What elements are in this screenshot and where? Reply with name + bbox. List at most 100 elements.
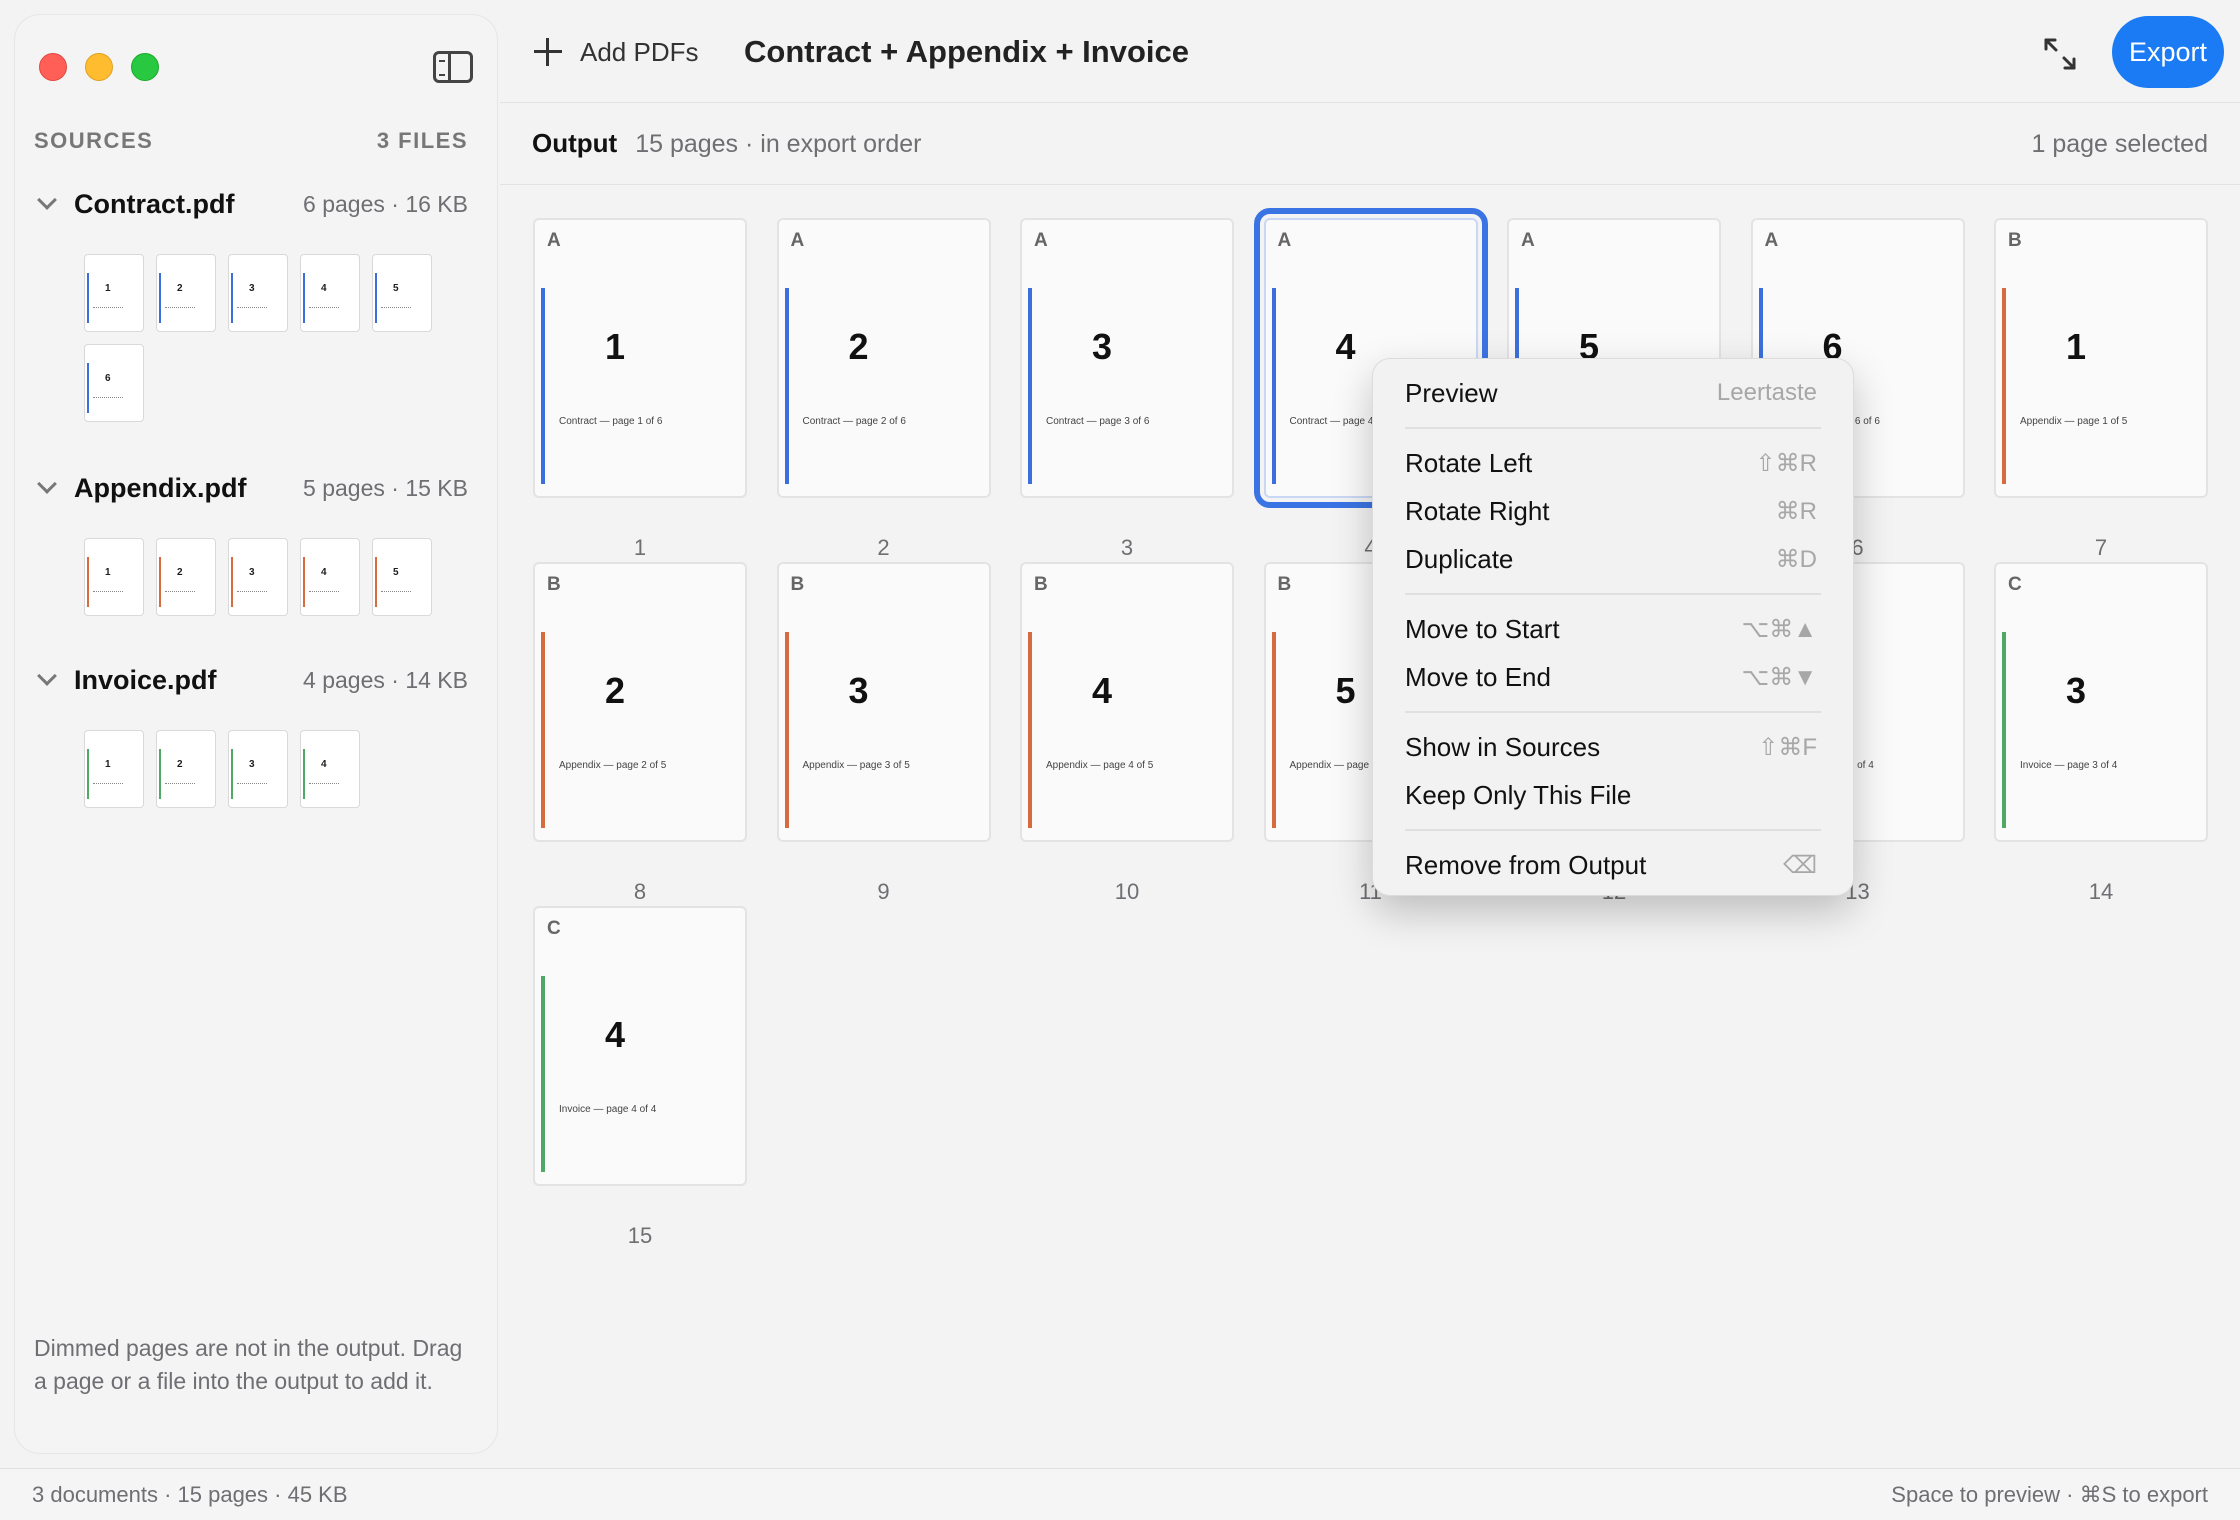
source-letter: B [1034, 574, 1048, 595]
source-letter: A [1277, 230, 1292, 251]
file-color-bar [375, 273, 377, 323]
page-number: 3 [1091, 326, 1113, 367]
chevron-down-icon[interactable] [37, 190, 57, 210]
source-page-thumbnail[interactable]: 5 [372, 538, 432, 616]
thumbnail-text-line [381, 591, 411, 592]
source-page-thumbnail[interactable]: 1 [84, 538, 144, 616]
add-pdfs-button[interactable]: Add PDFs [520, 26, 713, 78]
output-position-label: 8 [633, 879, 647, 904]
source-page-thumbnail[interactable]: 4 [300, 254, 360, 332]
output-position-label: 15 [627, 1223, 653, 1248]
source-page-thumbnail[interactable]: 3 [228, 538, 288, 616]
menu-item-shortcut: ⌫ [1783, 851, 1817, 879]
file-color-bar [784, 632, 789, 828]
output-page-card[interactable]: A 1 Contract — page 1 of 6 [533, 218, 747, 498]
selection-count: 1 page selected [2031, 130, 2208, 158]
status-summary: 3 documents · 15 pages · 45 KB [32, 1481, 348, 1507]
source-page-thumbnail[interactable]: 2 [156, 730, 216, 808]
source-page-thumbnail[interactable]: 3 [228, 730, 288, 808]
source-page-thumbnail[interactable]: 6 [84, 344, 144, 422]
file-color-bar [541, 632, 545, 828]
menu-item-label: Remove from Output [1405, 849, 1647, 880]
thumbnail-text-line [93, 397, 123, 398]
file-color-bar [159, 557, 161, 607]
source-page-thumbnail[interactable]: 2 [156, 254, 216, 332]
menu-item-rotate-right[interactable]: Rotate Right ⌘R [1373, 487, 1853, 535]
menu-item-show-in-sources[interactable]: Show in Sources ⇧⌘F [1373, 723, 1853, 771]
output-page-card[interactable]: A 3 Contract — page 3 of 6 [1020, 218, 1234, 498]
output-header: Output 15 pages · in export order 1 page… [532, 128, 2208, 159]
menu-item-shortcut: ⌥⌘▼ [1741, 663, 1817, 691]
chevron-down-icon[interactable] [37, 474, 57, 494]
file-color-bar [231, 749, 233, 799]
menu-item-move-to-end[interactable]: Move to End ⌥⌘▼ [1373, 653, 1853, 701]
thumbnail-page-number: 6 [105, 373, 111, 384]
file-color-bar [231, 273, 233, 323]
output-position-label: 14 [2088, 879, 2114, 904]
output-page-card[interactable]: B 1 Appendix — page 1 of 5 [1994, 218, 2208, 498]
source-file-contract[interactable]: Contract.pdf 6 pages · 16 KB 1 2 3 4 5 6 [34, 184, 468, 422]
source-file-meta: 5 pages · 15 KB [303, 474, 468, 501]
source-page-thumbnail[interactable]: 2 [156, 538, 216, 616]
source-file-appendix[interactable]: Appendix.pdf 5 pages · 15 KB 1 2 3 4 5 [34, 468, 468, 616]
menu-item-duplicate[interactable]: Duplicate ⌘D [1373, 535, 1853, 583]
source-file-name: Contract.pdf [74, 188, 235, 219]
file-color-bar [87, 363, 89, 413]
thumbnail-text-line [165, 783, 195, 784]
page-number: 4 [1091, 670, 1113, 711]
menu-item-keep-only-this-file[interactable]: Keep Only This File [1373, 771, 1853, 819]
menu-item-label: Rotate Right [1405, 495, 1550, 526]
add-pdfs-label: Add PDFs [580, 36, 699, 67]
output-page-card[interactable]: A 2 Contract — page 2 of 6 [776, 218, 991, 498]
source-letter: A [790, 230, 805, 251]
status-bar: 3 documents · 15 pages · 45 KB Space to … [0, 1468, 2240, 1520]
menu-item-rotate-left[interactable]: Rotate Left ⇧⌘R [1373, 439, 1853, 487]
output-page-card[interactable]: B 2 Appendix — page 2 of 5 [533, 562, 747, 842]
thumbnail-page-number: 2 [177, 759, 183, 770]
page-caption: Appendix — page 3 of 5 [802, 760, 910, 771]
source-page-thumbnail[interactable]: 5 [372, 254, 432, 332]
source-page-thumbnail[interactable]: 1 [84, 730, 144, 808]
sources-heading: SOURCES [34, 128, 154, 153]
thumbnail-page-number: 4 [321, 283, 327, 294]
menu-separator [1405, 711, 1821, 713]
page-number: 2 [604, 670, 626, 711]
output-page-card[interactable]: C 3 Invoice — page 3 of 4 [1994, 562, 2208, 842]
source-page-thumbnail[interactable]: 4 [300, 730, 360, 808]
file-color-bar [541, 288, 545, 484]
source-page-thumbnail[interactable]: 4 [300, 538, 360, 616]
file-color-bar [2002, 288, 2006, 484]
source-page-thumbnail[interactable]: 3 [228, 254, 288, 332]
file-color-bar [87, 749, 89, 799]
output-page-card[interactable]: B 4 Appendix — page 4 of 5 [1020, 562, 1234, 842]
minimize-window-button[interactable] [85, 53, 113, 81]
expand-icon[interactable] [2042, 36, 2078, 72]
close-window-button[interactable] [39, 53, 67, 81]
source-letter: B [547, 574, 561, 595]
menu-item-remove-from-output[interactable]: Remove from Output ⌫ [1373, 841, 1853, 889]
sidebar-toggle-icon[interactable] [433, 51, 473, 83]
sources-file-count: 3 FILES [376, 128, 468, 153]
chevron-down-icon[interactable] [37, 666, 57, 686]
file-color-bar [1271, 632, 1276, 828]
menu-item-move-to-start[interactable]: Move to Start ⌥⌘▲ [1373, 605, 1853, 653]
thumbnail-page-number: 3 [249, 283, 255, 294]
file-color-bar [375, 557, 377, 607]
menu-item-preview[interactable]: Preview Leertaste [1373, 369, 1853, 417]
thumbnail-page-number: 5 [393, 283, 399, 294]
source-file-meta: 6 pages · 16 KB [303, 190, 468, 217]
export-button[interactable]: Export [2112, 16, 2224, 88]
output-page-card[interactable]: C 4 Invoice — page 4 of 4 [533, 906, 747, 1186]
file-color-bar [159, 273, 161, 323]
source-file-invoice[interactable]: Invoice.pdf 4 pages · 14 KB 1 2 3 4 [34, 660, 468, 808]
source-letter: B [2008, 230, 2022, 251]
thumbnail-text-line [237, 591, 267, 592]
zoom-window-button[interactable] [131, 53, 159, 81]
thumbnail-page-number: 5 [393, 567, 399, 578]
source-page-thumbnail[interactable]: 1 [84, 254, 144, 332]
output-page-card[interactable]: B 3 Appendix — page 3 of 5 [776, 562, 991, 842]
thumbnail-text-line [93, 783, 123, 784]
source-letter: B [1277, 574, 1292, 595]
plus-icon [534, 38, 562, 66]
thumbnail-text-line [93, 307, 123, 308]
